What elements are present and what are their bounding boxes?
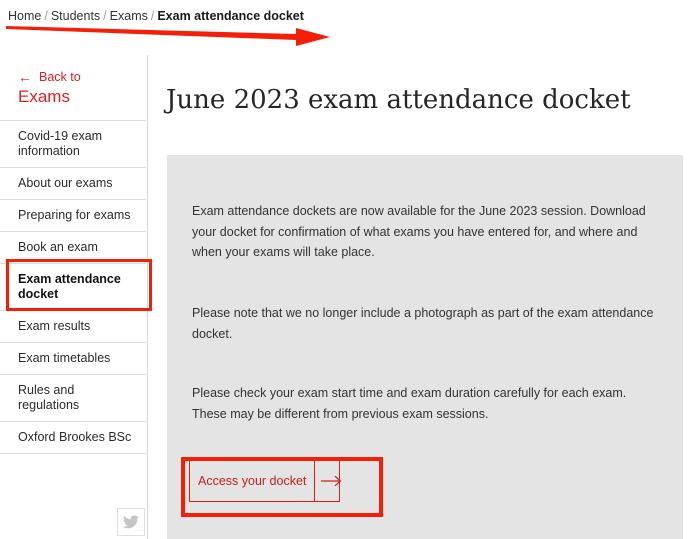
- content-panel: Exam attendance dockets are now availabl…: [167, 155, 683, 539]
- body-paragraph: Please note that we no longer include a …: [192, 303, 662, 344]
- back-link-target: Exams: [18, 86, 146, 108]
- arrow-right-icon: [321, 475, 343, 487]
- sidebar-item-oxford-brookes-bsc[interactable]: Oxford Brookes BSc: [0, 422, 146, 454]
- breadcrumb-separator: /: [100, 9, 109, 23]
- sidebar-item-exam-attendance-docket[interactable]: Exam attendance docket: [0, 264, 146, 311]
- body-paragraph: Please check your exam start time and ex…: [192, 383, 662, 424]
- breadcrumb: Home/Students/Exams/Exam attendance dock…: [8, 8, 304, 24]
- page-title: June 2023 exam attendance docket: [166, 83, 631, 117]
- back-link-prefix: Back to: [39, 69, 81, 85]
- sidebar-item-about-our-exams[interactable]: About our exams: [0, 168, 146, 200]
- sidebar-item-exam-results[interactable]: Exam results: [0, 311, 146, 343]
- sidebar-item-exam-timetables[interactable]: Exam timetables: [0, 343, 146, 375]
- sidebar-back-to-exams-link[interactable]: ← Back to Exams: [0, 55, 146, 121]
- back-link-top-row: ← Back to: [18, 69, 146, 85]
- cta-label: Access your docket: [190, 461, 314, 501]
- sidebar: ← Back to Exams Covid-19 exam informatio…: [0, 55, 148, 539]
- twitter-icon: [123, 515, 139, 529]
- red-pointer-arrow-icon: [4, 20, 334, 50]
- breadcrumb-item-current: Exam attendance docket: [157, 9, 304, 23]
- breadcrumb-item-students[interactable]: Students: [51, 9, 100, 23]
- sidebar-item-book-an-exam[interactable]: Book an exam: [0, 232, 146, 264]
- breadcrumb-separator: /: [41, 9, 50, 23]
- breadcrumb-item-exams[interactable]: Exams: [110, 9, 148, 23]
- sidebar-item-covid-19-exam-information[interactable]: Covid-19 exam information: [0, 121, 146, 168]
- cta-wrapper: Access your docket: [189, 460, 340, 502]
- access-your-docket-button[interactable]: Access your docket: [189, 460, 340, 502]
- breadcrumb-item-home[interactable]: Home: [8, 9, 41, 23]
- arrow-left-icon: ←: [18, 70, 32, 84]
- twitter-link[interactable]: [117, 508, 145, 536]
- sidebar-item-preparing-for-exams[interactable]: Preparing for exams: [0, 200, 146, 232]
- breadcrumb-separator: /: [148, 9, 157, 23]
- main-content: June 2023 exam attendance docket Exam at…: [148, 55, 699, 539]
- body-paragraph: Exam attendance dockets are now availabl…: [192, 201, 662, 263]
- sidebar-item-rules-and-regulations[interactable]: Rules and regulations: [0, 375, 146, 422]
- cta-arrow-cell: [314, 461, 349, 501]
